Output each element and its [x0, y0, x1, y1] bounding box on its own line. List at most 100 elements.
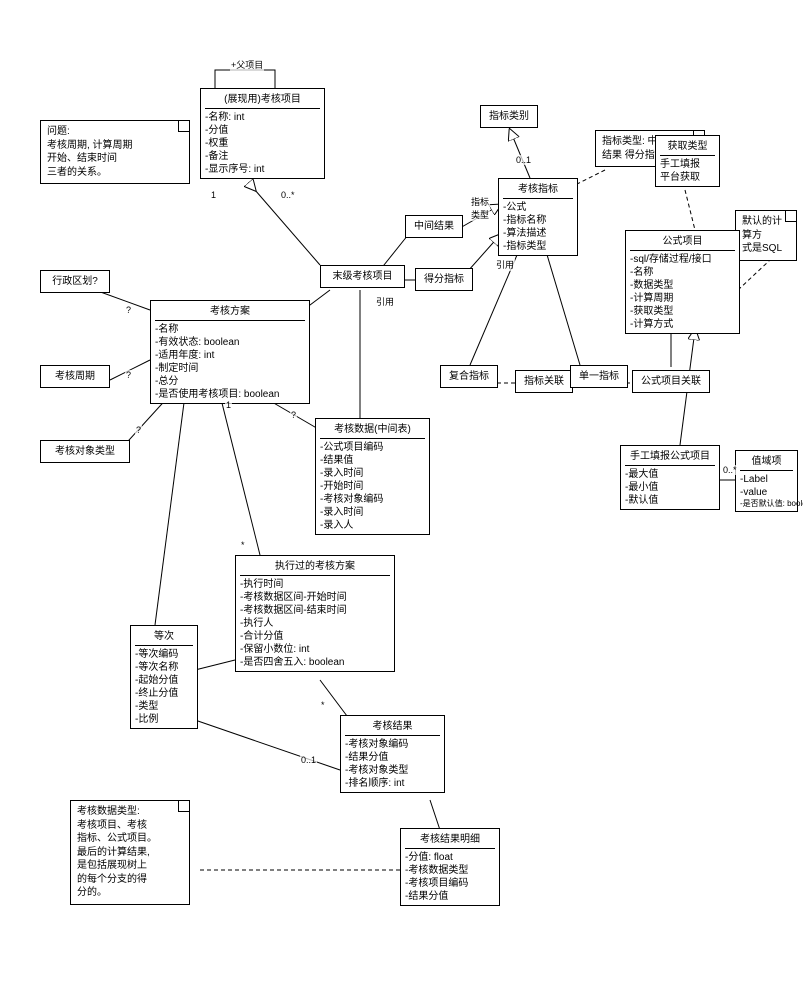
- text: 的每个分支的得: [77, 873, 183, 887]
- attr: -分值: [205, 124, 320, 137]
- class-assess-cycle: 考核周期: [40, 365, 110, 388]
- label-mult: 0..*: [280, 190, 296, 200]
- attr: -指标名称: [503, 214, 573, 227]
- title: 复合指标: [445, 368, 493, 385]
- class-composite-indicator: 复合指标: [440, 365, 498, 388]
- attr: -指标类型: [503, 240, 573, 253]
- class-manual-formula-item: 手工填报公式项目 -最大值 -最小值 -默认值: [620, 445, 720, 510]
- class-result-detail: 考核结果明细 -分值: float -考核数据类型 -考核项目编码 -结果分值: [400, 828, 500, 906]
- attr: -公式项目编码: [320, 441, 425, 454]
- text: 三者的关系。: [47, 166, 183, 180]
- attr: -排名顺序: int: [345, 777, 440, 790]
- attr: -执行时间: [240, 578, 390, 591]
- attr: -录入时间: [320, 467, 425, 480]
- note-data-types: 考核数据类型: 考核项目、考核 指标、公式项目。 最后的计算结果, 是包括展现树…: [70, 800, 190, 905]
- class-indicator-assoc: 指标关联: [515, 370, 573, 393]
- title: 中间结果: [410, 218, 458, 235]
- attr: -计算周期: [630, 292, 735, 305]
- note-calc-method: 默认的计算方 式是SQL: [735, 210, 797, 261]
- title: 考核方案: [155, 303, 305, 321]
- text: 默认的计算方: [742, 215, 790, 242]
- label-q: ?: [125, 305, 132, 315]
- attr: -录入时间: [320, 506, 425, 519]
- attr: -考核数据类型: [405, 864, 495, 877]
- attr: -结果分值: [345, 751, 440, 764]
- attr: -起始分值: [135, 674, 193, 687]
- class-admin-division: 行政区划?: [40, 270, 110, 293]
- attr: -Label: [740, 473, 793, 486]
- title: 考核对象类型: [45, 443, 125, 460]
- attr: -名称: [630, 266, 735, 279]
- class-grade: 等次 -等次编码 -等次名称 -起始分值 -终止分值 -类型 -比例: [130, 625, 198, 729]
- attr: -结果值: [320, 454, 425, 467]
- label-q: ?: [290, 410, 297, 420]
- attr: -名称: [155, 323, 305, 336]
- title: 等次: [135, 628, 193, 646]
- title: 公式项目关联: [637, 373, 705, 390]
- class-mid-result: 中间结果: [405, 215, 463, 238]
- title: 考核结果: [345, 718, 440, 736]
- attr: -结果分值: [405, 890, 495, 903]
- text: 考核数据类型:: [77, 805, 183, 819]
- label-indicator-type: 指标 类型: [470, 195, 490, 221]
- label-ref: 引用: [495, 258, 515, 271]
- attr: -等次名称: [135, 661, 193, 674]
- title: 指标类别: [485, 108, 533, 125]
- attr: -考核数据区间-结束时间: [240, 604, 390, 617]
- attr: -sql/存储过程/接口: [630, 253, 735, 266]
- class-scheme: 考核方案 -名称 -有效状态: boolean -适用年度: int -制定时间…: [150, 300, 310, 404]
- label-ref: 引用: [375, 295, 395, 308]
- title: 末级考核项目: [325, 268, 400, 285]
- label-star: *: [240, 540, 246, 550]
- class-reuse-item: (展现用)考核项目 -名称: int -分值 -权重 -备注 -显示序号: in…: [200, 88, 325, 179]
- attr: -考核项目编码: [405, 877, 495, 890]
- attr: -是否四舍五入: boolean: [240, 656, 390, 669]
- title: 手工填报公式项目: [625, 448, 715, 466]
- text: 是包括展现树上: [77, 859, 183, 873]
- text: 考核周期, 计算周期: [47, 139, 183, 153]
- label-star: *: [320, 700, 326, 710]
- title: 考核数据(中间表): [320, 421, 425, 439]
- attr: -默认值: [625, 494, 715, 507]
- attr: -终止分值: [135, 687, 193, 700]
- label-mult: 0..1: [300, 755, 317, 765]
- attr: -有效状态: boolean: [155, 336, 305, 349]
- attr: -数据类型: [630, 279, 735, 292]
- attr: -算法描述: [503, 227, 573, 240]
- title: 考核指标: [503, 181, 573, 199]
- attr: -最小值: [625, 481, 715, 494]
- attr: -总分: [155, 375, 305, 388]
- attr: -公式: [503, 201, 573, 214]
- attr: -考核对象类型: [345, 764, 440, 777]
- title: 指标关联: [520, 373, 568, 390]
- class-assess-data: 考核数据(中间表) -公式项目编码 -结果值 -录入时间 -开始时间 -考核对象…: [315, 418, 430, 535]
- title: 行政区划?: [45, 273, 105, 290]
- attr: -等次编码: [135, 648, 193, 661]
- attr: 手工填报: [660, 158, 715, 171]
- attr: -比例: [135, 713, 193, 726]
- attr: -分值: float: [405, 851, 495, 864]
- attr: -计算方式: [630, 318, 735, 331]
- class-executed-scheme: 执行过的考核方案 -执行时间 -考核数据区间-开始时间 -考核数据区间-结束时间…: [235, 555, 395, 672]
- attr: -执行人: [240, 617, 390, 630]
- attr: -权重: [205, 137, 320, 150]
- title: 值域项: [740, 453, 793, 471]
- attr: -录入人: [320, 519, 425, 532]
- class-score-indicator: 得分指标: [415, 268, 473, 291]
- attr: -考核对象编码: [320, 493, 425, 506]
- label-one: 1: [210, 190, 217, 200]
- label-mult: 0..1: [515, 155, 532, 165]
- title: 公式项目: [630, 233, 735, 251]
- class-indicator-category: 指标类别: [480, 105, 538, 128]
- text: 式是SQL: [742, 242, 790, 256]
- label-one: 1: [225, 400, 232, 410]
- text: 分的。: [77, 886, 183, 900]
- class-assess-indicator: 考核指标 -公式 -指标名称 -算法描述 -指标类型: [498, 178, 578, 256]
- attr: -获取类型: [630, 305, 735, 318]
- attr: -备注: [205, 150, 320, 163]
- title: (展现用)考核项目: [205, 91, 320, 109]
- attr: -合计分值: [240, 630, 390, 643]
- label-parent-item: +父项目: [230, 58, 264, 71]
- title: 获取类型: [660, 138, 715, 156]
- class-assess-result: 考核结果 -考核对象编码 -结果分值 -考核对象类型 -排名顺序: int: [340, 715, 445, 793]
